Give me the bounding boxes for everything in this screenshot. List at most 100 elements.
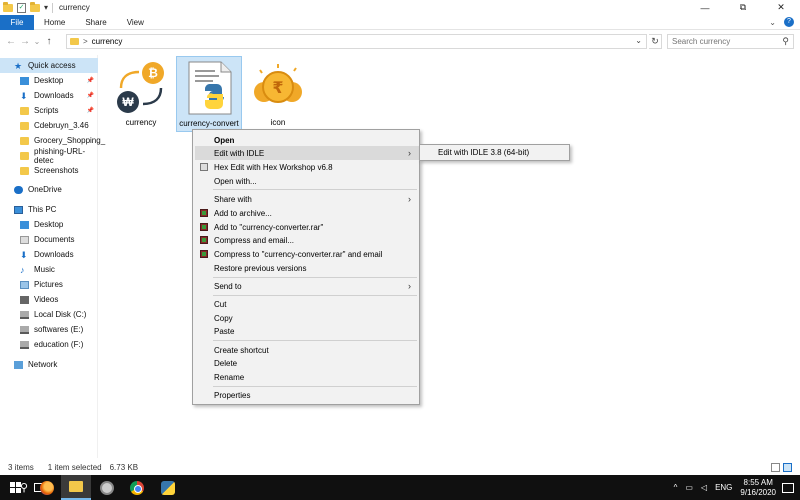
sidebar-item-local-disk-c[interactable]: Local Disk (C:) [0, 307, 98, 322]
properties-check-icon[interactable]: ✓ [17, 2, 26, 13]
network-status-icon[interactable]: ▭ [685, 483, 693, 492]
film-icon [20, 295, 29, 304]
folder-icon [3, 1, 13, 12]
file-item-currency[interactable]: ₿ ₩ currency [108, 56, 174, 132]
menu-item-send-to[interactable]: Send to › [195, 279, 419, 293]
sidebar-item-network[interactable]: Network [0, 357, 98, 372]
sidebar-item-documents[interactable]: Documents [0, 232, 98, 247]
paint-icon [100, 480, 114, 495]
search-box[interactable]: ⚲ [667, 34, 794, 49]
menu-item-add-to-archive[interactable]: Add to archive... [195, 206, 419, 220]
file-item-currency-convert[interactable]: currency-convert [176, 56, 242, 132]
maximize-button[interactable]: ⧉ [724, 0, 762, 15]
sidebar-item-scripts[interactable]: Scripts 📌 [0, 103, 98, 118]
sidebar-item-desktop[interactable]: Desktop 📌 [0, 73, 98, 88]
close-button[interactable]: ✕ [762, 0, 800, 15]
menu-item-add-to-rar[interactable]: Add to "currency-converter.rar" [195, 220, 419, 234]
file-name: currency [125, 118, 157, 127]
sidebar-item-downloads[interactable]: ⬇ Downloads 📌 [0, 88, 98, 103]
large-icons-view-icon[interactable] [783, 463, 792, 472]
sidebar-item-music[interactable]: ♪ Music [0, 262, 98, 277]
sidebar-item-label: Screenshots [34, 166, 79, 175]
menu-item-open[interactable]: Open [195, 133, 419, 147]
search-button[interactable]: ⚲ [17, 475, 31, 500]
clock[interactable]: 8:55 AM 9/16/2020 [740, 478, 776, 498]
taskbar-chrome[interactable] [122, 475, 152, 500]
desktop-icon [20, 220, 29, 229]
menu-item-edit-with-idle[interactable]: Edit with IDLE › [195, 146, 419, 160]
sidebar-item-phishing[interactable]: phishing-URL-detec [0, 146, 98, 165]
up-button[interactable]: ↑ [42, 36, 56, 47]
file-name: icon [270, 118, 286, 127]
search-input[interactable] [672, 37, 777, 46]
sidebar-item-this-pc[interactable]: This PC [0, 202, 98, 217]
sidebar-item-pictures[interactable]: Pictures [0, 277, 98, 292]
expand-ribbon-icon[interactable]: ⌄ [769, 18, 776, 27]
menu-item-restore-versions[interactable]: Restore previous versions [195, 261, 419, 275]
tab-share[interactable]: Share [75, 15, 116, 30]
sidebar-item-label: Scripts [34, 106, 59, 115]
sidebar-item-screenshots[interactable]: Screenshots [0, 163, 98, 178]
drive-icon [20, 310, 29, 319]
back-button[interactable]: ← [4, 36, 18, 47]
tab-home[interactable]: Home [34, 15, 75, 30]
sidebar-item-quick-access[interactable]: ★ Quick access [0, 58, 98, 73]
refresh-button[interactable]: ↻ [649, 34, 662, 49]
menu-item-idle-38[interactable]: Edit with IDLE 3.8 (64-bit) [438, 148, 529, 157]
customize-toolbar-dropdown-icon[interactable]: ▾ [44, 3, 48, 12]
drive-icon [20, 340, 29, 349]
menu-item-create-shortcut[interactable]: Create shortcut [195, 343, 419, 357]
status-bar: 3 items 1 item selected 6.73 KB [0, 460, 800, 475]
cloud-icon [14, 185, 23, 194]
folder-icon [20, 166, 29, 175]
clock-date: 9/16/2020 [740, 487, 776, 497]
address-bar[interactable]: > currency ⌄ [66, 34, 647, 49]
language-indicator[interactable]: ENG [715, 483, 732, 492]
volume-icon[interactable]: ◁ [701, 483, 707, 492]
sidebar-item-cdebruyn[interactable]: Cdebruyn_3.46 [0, 118, 98, 133]
taskbar-file-explorer[interactable] [61, 475, 91, 500]
menu-item-share-with[interactable]: Share with › [195, 192, 419, 206]
notification-center-icon[interactable] [782, 482, 794, 493]
taskbar-python[interactable] [153, 475, 183, 500]
menu-item-rename[interactable]: Rename [195, 370, 419, 384]
menu-item-label: Add to archive... [214, 208, 272, 218]
sidebar-item-label: phishing-URL-detec [34, 146, 86, 165]
recent-locations-button[interactable]: ⌄ [32, 37, 42, 46]
sidebar-item-label: Documents [34, 235, 75, 244]
menu-item-copy[interactable]: Copy [195, 311, 419, 325]
sidebar-item-videos[interactable]: Videos [0, 292, 98, 307]
sidebar-item-label: education (F:) [34, 340, 84, 349]
minimize-button[interactable]: — [686, 0, 724, 15]
firefox-icon [40, 480, 54, 495]
forward-button[interactable]: → [18, 36, 32, 47]
sidebar-item-pc-desktop[interactable]: Desktop [0, 217, 98, 232]
pin-icon: 📌 [86, 78, 94, 84]
menu-item-hex-edit[interactable]: Hex Edit with Hex Workshop v6.8 [195, 160, 419, 174]
address-dropdown-icon[interactable]: ⌄ [635, 36, 642, 45]
menu-item-open-with[interactable]: Open with... [195, 174, 419, 188]
taskbar-paint[interactable] [92, 475, 122, 500]
tab-view[interactable]: View [117, 15, 154, 30]
breadcrumb-separator[interactable]: > [83, 37, 88, 46]
breadcrumb[interactable]: currency [92, 37, 123, 46]
menu-item-paste[interactable]: Paste [195, 324, 419, 338]
menu-item-compress-email[interactable]: Compress and email... [195, 233, 419, 247]
menu-item-cut[interactable]: Cut [195, 297, 419, 311]
sidebar-item-pc-downloads[interactable]: ⬇ Downloads [0, 247, 98, 262]
new-folder-icon[interactable] [30, 1, 40, 12]
menu-item-compress-rar-email[interactable]: Compress to "currency-converter.rar" and… [195, 247, 419, 261]
tab-file[interactable]: File [0, 14, 34, 30]
sidebar-item-softwares-e[interactable]: softwares (E:) [0, 322, 98, 337]
file-item-icon[interactable]: ₹ icon [245, 56, 311, 132]
sidebar-item-education-f[interactable]: education (F:) [0, 337, 98, 352]
show-hidden-icons-icon[interactable]: ^ [674, 483, 678, 492]
sidebar-item-onedrive[interactable]: OneDrive [0, 182, 98, 197]
sidebar-item-label: Downloads [34, 250, 74, 259]
details-view-icon[interactable] [771, 463, 780, 472]
help-icon[interactable]: ? [784, 17, 794, 27]
taskbar-firefox[interactable] [32, 475, 62, 500]
menu-item-label: Add to "currency-converter.rar" [214, 222, 324, 232]
menu-item-delete[interactable]: Delete [195, 356, 419, 370]
menu-item-properties[interactable]: Properties [195, 388, 419, 402]
